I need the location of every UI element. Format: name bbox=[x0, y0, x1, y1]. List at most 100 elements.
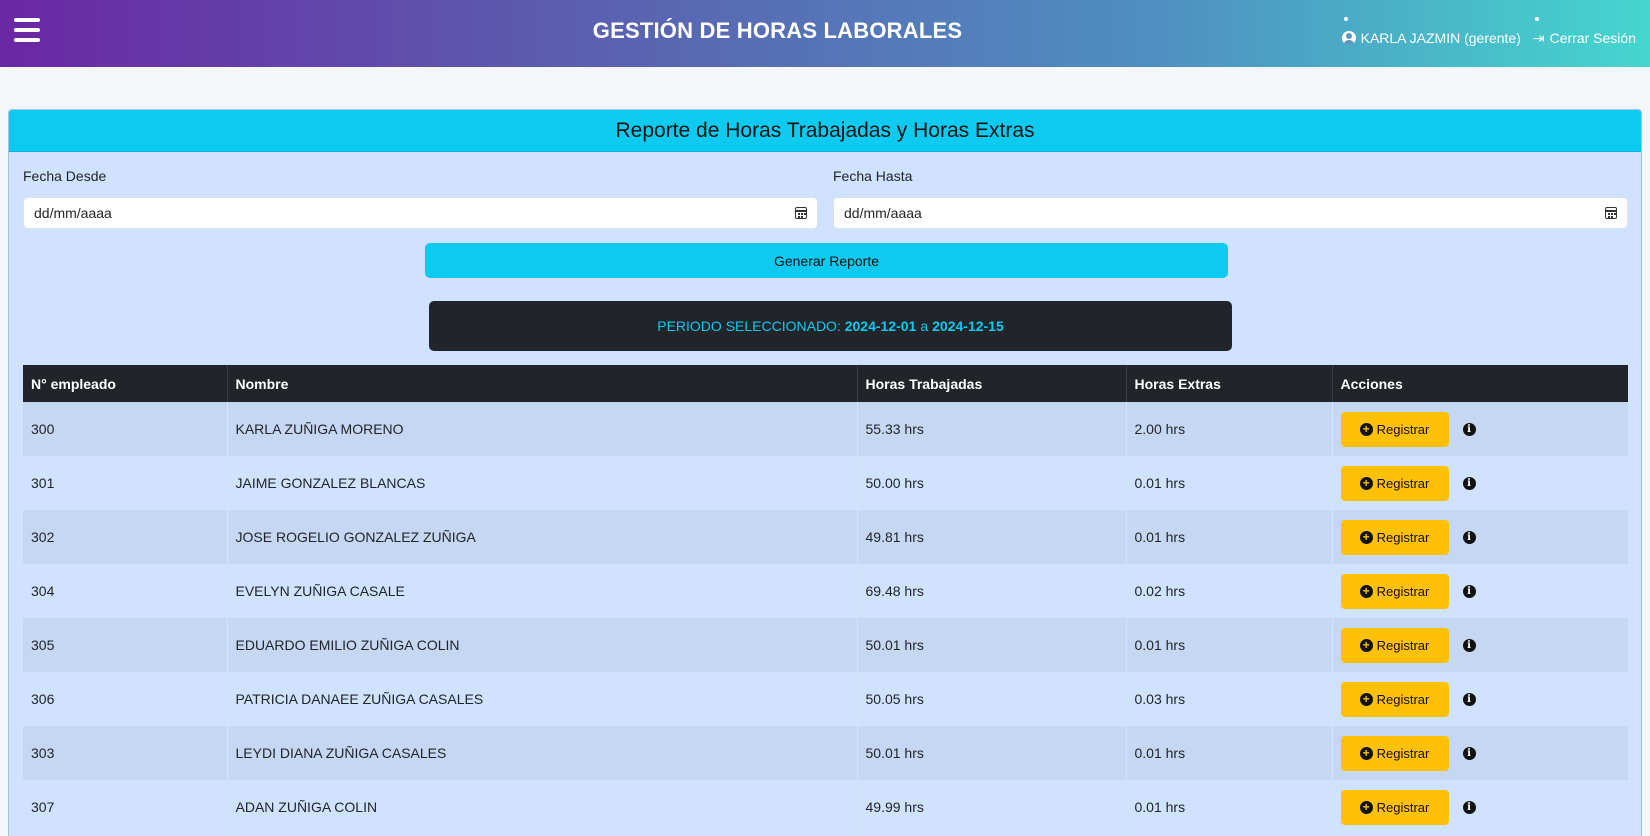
from-date-input[interactable]: dd/mm/aaaa bbox=[23, 197, 818, 229]
register-label: Registrar bbox=[1376, 583, 1430, 599]
table-row: 303 LEYDI DIANA ZUÑIGA CASALES 50.01 hrs 0.… bbox=[23, 726, 1628, 780]
plus-circle-icon: + bbox=[1359, 746, 1373, 760]
register-button[interactable]: + Registrar bbox=[1340, 411, 1449, 447]
register-button[interactable]: + Registrar bbox=[1340, 789, 1449, 825]
plus-circle-icon: + bbox=[1359, 638, 1373, 652]
user-circle-icon bbox=[1341, 31, 1356, 45]
extra-hours-cell: 0.01 hrs bbox=[1126, 618, 1333, 672]
extra-hours-cell: 0.03 hrs bbox=[1126, 672, 1333, 726]
register-button[interactable]: + Registrar bbox=[1340, 735, 1449, 771]
register-button[interactable]: + Registrar bbox=[1340, 627, 1449, 663]
register-label: Registrar bbox=[1376, 529, 1430, 545]
info-circle-icon[interactable]: i bbox=[1462, 746, 1476, 760]
calendar-icon[interactable] bbox=[1605, 207, 1617, 219]
hours-worked-cell: 50.00 hrs bbox=[857, 456, 1127, 510]
to-date-input[interactable]: dd/mm/aaaa bbox=[833, 197, 1628, 229]
table-row: 302 JOSE ROGELIO GONZALEZ ZUÑIGA 49.81 hrs… bbox=[23, 510, 1628, 564]
period-end: 2024-12-15 bbox=[932, 318, 1004, 334]
employee-id-cell: 304 bbox=[23, 564, 228, 618]
table-row: 300 KARLA ZUÑIGA MORENO 55.33 hrs 2.00 hrs +… bbox=[23, 402, 1628, 456]
info-circle-icon[interactable]: i bbox=[1462, 476, 1476, 490]
hours-worked-cell: 50.01 hrs bbox=[857, 726, 1127, 780]
actions-cell: + Registrar i bbox=[1332, 510, 1628, 564]
employee-name-cell: JAIME GONZALEZ BLANCAS bbox=[227, 456, 858, 510]
register-button[interactable]: + Registrar bbox=[1340, 465, 1449, 501]
hours-worked-cell: 49.81 hrs bbox=[857, 510, 1127, 564]
register-label: Registrar bbox=[1376, 691, 1430, 707]
plus-circle-icon: + bbox=[1359, 530, 1373, 544]
row-actions: + Registrar i bbox=[1340, 627, 1621, 663]
top-navbar: GESTIÓN DE HORAS LABORALES KARLA JAZMIN … bbox=[0, 0, 1650, 67]
from-date-placeholder: dd/mm/aaaa bbox=[34, 205, 112, 221]
plus-circle-icon: + bbox=[1359, 422, 1373, 436]
register-button[interactable]: + Registrar bbox=[1340, 519, 1449, 555]
column-header: N° empleado bbox=[23, 365, 228, 402]
column-header: Horas Trabajadas bbox=[857, 365, 1127, 402]
hours-worked-cell: 69.48 hrs bbox=[857, 564, 1127, 618]
hours-table: N° empleado Nombre Horas Trabajadas Hora… bbox=[23, 365, 1628, 834]
extra-hours-cell: 0.01 hrs bbox=[1126, 726, 1333, 780]
user-area: KARLA JAZMIN (gerente) ⇥ Cerrar Sesión bbox=[1341, 17, 1636, 46]
table-row: 305 EDUARDO EMILIO ZUÑIGA COLIN 50.01 hrs 0… bbox=[23, 618, 1628, 672]
calendar-icon[interactable] bbox=[795, 207, 807, 219]
actions-cell: + Registrar i bbox=[1332, 780, 1628, 834]
actions-cell: + Registrar i bbox=[1332, 726, 1628, 780]
employee-name-cell: PATRICIA DANAEE ZUÑIGA CASALES bbox=[227, 672, 858, 726]
user-menu[interactable]: KARLA JAZMIN (gerente) bbox=[1341, 17, 1521, 46]
actions-cell: + Registrar i bbox=[1332, 564, 1628, 618]
extra-hours-cell: 0.01 hrs bbox=[1126, 456, 1333, 510]
period-separator: a bbox=[920, 318, 929, 334]
table-header-row: N° empleado Nombre Horas Trabajadas Hora… bbox=[23, 365, 1628, 402]
extra-hours-cell: 0.01 hrs bbox=[1126, 510, 1333, 564]
user-label: KARLA JAZMIN (gerente) bbox=[1360, 30, 1521, 46]
plus-circle-icon: + bbox=[1359, 476, 1373, 490]
generate-report-button[interactable]: Generar Reporte bbox=[425, 243, 1228, 278]
register-label: Registrar bbox=[1376, 421, 1430, 437]
employee-name-cell: ADAN ZUÑIGA COLIN bbox=[227, 780, 858, 834]
info-circle-icon[interactable]: i bbox=[1462, 584, 1476, 598]
actions-cell: + Registrar i bbox=[1332, 456, 1628, 510]
employee-id-cell: 305 bbox=[23, 618, 228, 672]
plus-circle-icon: + bbox=[1359, 692, 1373, 706]
plus-circle-icon: + bbox=[1359, 800, 1373, 814]
employee-name-cell: EVELYN ZUÑIGA CASALE bbox=[227, 564, 858, 618]
row-actions: + Registrar i bbox=[1340, 519, 1621, 555]
employee-name-cell: JOSE ROGELIO GONZALEZ ZUÑIGA bbox=[227, 510, 858, 564]
info-circle-icon[interactable]: i bbox=[1462, 422, 1476, 436]
column-header: Acciones bbox=[1332, 365, 1628, 402]
extra-hours-cell: 0.01 hrs bbox=[1126, 780, 1333, 834]
employee-id-cell: 307 bbox=[23, 780, 228, 834]
table-row: 307 ADAN ZUÑIGA COLIN 49.99 hrs 0.01 hrs + Re… bbox=[23, 780, 1628, 834]
table-row: 306 PATRICIA DANAEE ZUÑIGA CASALES 50.05 h… bbox=[23, 672, 1628, 726]
logout-link[interactable]: ⇥ Cerrar Sesión bbox=[1533, 17, 1636, 46]
register-label: Registrar bbox=[1376, 637, 1430, 653]
row-actions: + Registrar i bbox=[1340, 789, 1621, 825]
register-button[interactable]: + Registrar bbox=[1340, 681, 1449, 717]
row-actions: + Registrar i bbox=[1340, 411, 1621, 447]
hours-worked-cell: 50.01 hrs bbox=[857, 618, 1127, 672]
logout-label: Cerrar Sesión bbox=[1549, 30, 1636, 46]
employee-id-cell: 300 bbox=[23, 402, 228, 456]
info-circle-icon[interactable]: i bbox=[1462, 692, 1476, 706]
hours-worked-cell: 49.99 hrs bbox=[857, 780, 1127, 834]
employee-id-cell: 306 bbox=[23, 672, 228, 726]
info-circle-icon[interactable]: i bbox=[1462, 800, 1476, 814]
info-circle-icon[interactable]: i bbox=[1462, 638, 1476, 652]
table-row: 301 JAIME GONZALEZ BLANCAS 50.00 hrs 0.01 h… bbox=[23, 456, 1628, 510]
actions-cell: + Registrar i bbox=[1332, 672, 1628, 726]
row-actions: + Registrar i bbox=[1340, 465, 1621, 501]
from-date-label: Fecha Desde bbox=[23, 168, 107, 184]
register-button[interactable]: + Registrar bbox=[1340, 573, 1449, 609]
register-label: Registrar bbox=[1376, 745, 1430, 761]
employee-id-cell: 301 bbox=[23, 456, 228, 510]
row-actions: + Registrar i bbox=[1340, 573, 1621, 609]
extra-hours-cell: 2.00 hrs bbox=[1126, 402, 1333, 456]
info-circle-icon[interactable]: i bbox=[1462, 530, 1476, 544]
actions-cell: + Registrar i bbox=[1332, 402, 1628, 456]
column-header: Horas Extras bbox=[1126, 365, 1333, 402]
to-date-label: Fecha Hasta bbox=[833, 168, 913, 184]
actions-cell: + Registrar i bbox=[1332, 618, 1628, 672]
employee-name-cell: EDUARDO EMILIO ZUÑIGA COLIN bbox=[227, 618, 858, 672]
register-label: Registrar bbox=[1376, 475, 1430, 491]
row-actions: + Registrar i bbox=[1340, 681, 1621, 717]
